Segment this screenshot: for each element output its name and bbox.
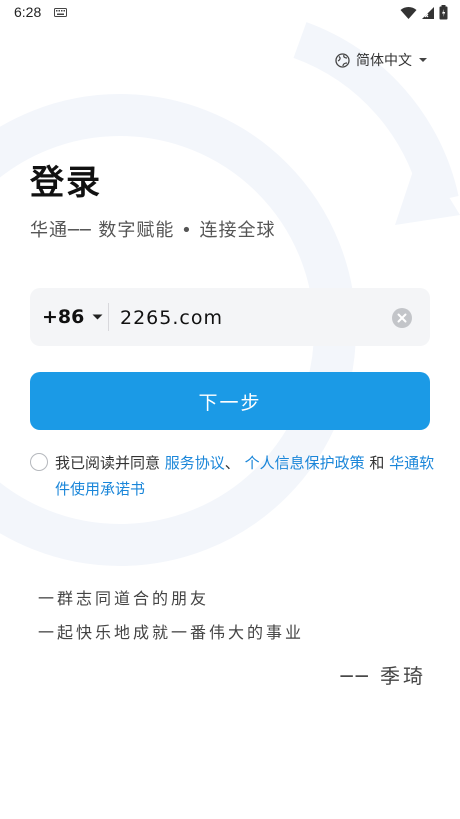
- next-button[interactable]: 下一步: [30, 372, 430, 430]
- signal-icon: [422, 6, 434, 19]
- service-agreement-link[interactable]: 服务协议: [165, 454, 225, 472]
- status-bar: 6:28: [0, 0, 460, 26]
- language-selector[interactable]: 简体中文: [335, 50, 428, 70]
- caret-down-icon: [419, 58, 427, 62]
- agreement-prefix: 我已阅读并同意: [55, 454, 165, 472]
- agreement-text: 我已阅读并同意 服务协议、 个人信息保护政策 和 华通软件使用承诺书: [55, 450, 435, 502]
- quote-line-1: 一群志同道合的朋友: [38, 589, 210, 608]
- battery-icon: [439, 5, 448, 20]
- language-label: 简体中文: [356, 53, 412, 69]
- keyboard-icon: [54, 8, 67, 17]
- country-code-selector[interactable]: +86: [42, 288, 103, 346]
- agreement-checkbox[interactable]: [30, 453, 48, 471]
- input-divider: [108, 303, 109, 331]
- status-time: 6:28: [14, 4, 42, 20]
- phone-input[interactable]: [118, 297, 382, 339]
- phone-input-group: +86: [30, 288, 430, 346]
- page-subtitle: 华通── 数字赋能 • 连接全球: [30, 220, 276, 241]
- quote-line-2: 一起快乐地成就一番伟大的事业: [38, 623, 305, 642]
- privacy-policy-link[interactable]: 个人信息保护政策: [245, 454, 365, 472]
- quote-author: ── 季琦: [340, 664, 426, 688]
- agreement-separator: 、: [224, 454, 245, 472]
- caret-down-icon: [92, 314, 103, 320]
- country-code-label: +86: [42, 306, 85, 328]
- page-title: 登录: [30, 163, 102, 203]
- wifi-icon: [400, 6, 417, 19]
- agreement-and: 和: [364, 454, 390, 472]
- clear-icon[interactable]: [392, 308, 412, 328]
- globe-icon: [335, 52, 350, 68]
